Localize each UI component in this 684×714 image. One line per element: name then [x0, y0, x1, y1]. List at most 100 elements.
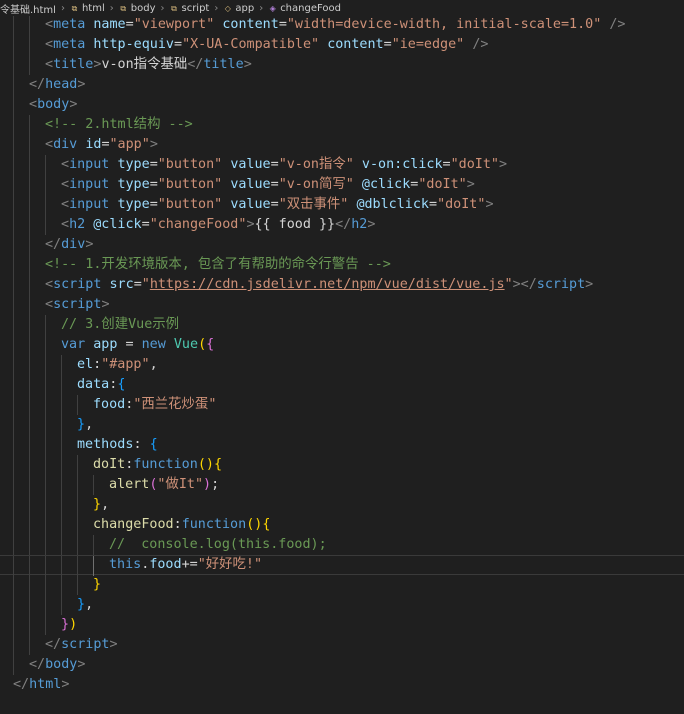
breadcrumb-html[interactable]: ⧉ html — [70, 3, 105, 14]
code-line[interactable]: <!-- 1.开发环境版本, 包含了有帮助的命令行警告 --> — [0, 255, 684, 275]
code-line[interactable]: }, — [0, 595, 684, 615]
code-token: src — [109, 277, 134, 292]
code-token: } — [93, 497, 102, 512]
indent-guide — [13, 15, 14, 35]
code-line[interactable]: var app = new Vue({ — [0, 335, 684, 355]
code-line[interactable]: <input type="button" value="双击事件" @dblcl… — [0, 195, 684, 215]
indent-guide — [29, 635, 30, 655]
code-token: h2 — [69, 217, 86, 232]
code-token: changeFood — [93, 517, 174, 532]
code-line[interactable]: el:"#app", — [0, 355, 684, 375]
code-line[interactable]: }, — [0, 495, 684, 515]
chevron-right-icon: › — [259, 2, 264, 14]
indent-guide — [29, 556, 30, 576]
indent-guide — [13, 595, 14, 615]
code-line[interactable]: <input type="button" value="v-on简写" @cli… — [0, 175, 684, 195]
indent-guide — [13, 615, 14, 635]
indent-guide — [29, 355, 30, 375]
code-token: = — [174, 37, 183, 52]
indent-guide — [13, 75, 14, 95]
breadcrumb: 令基础.html › ⧉ html › ⧉ body › ⧉ script › … — [0, 0, 684, 16]
code-token: food — [93, 397, 126, 412]
chevron-right-icon: › — [214, 2, 219, 14]
code-line[interactable]: data:{ — [0, 375, 684, 395]
code-token: { — [262, 517, 271, 532]
code-token: : — [133, 437, 150, 452]
code-line[interactable]: </body> — [0, 655, 684, 675]
breadcrumb-app[interactable]: ◇ app — [223, 3, 254, 14]
code-line-text: alert("做It"); — [109, 475, 219, 495]
code-token: = — [278, 17, 287, 32]
breadcrumb-file[interactable]: 令基础.html — [0, 1, 56, 16]
code-line[interactable]: }) — [0, 615, 684, 635]
code-token: < — [61, 157, 70, 172]
breadcrumb-changefood[interactable]: ◈ changeFood — [268, 3, 341, 14]
code-token: v-on:click — [361, 157, 443, 172]
code-line[interactable]: methods: { — [0, 435, 684, 455]
code-line[interactable]: <meta http-equiv="X-UA-Compatible" conte… — [0, 35, 684, 55]
code-token: div — [61, 237, 86, 252]
code-line[interactable]: changeFood:function(){ — [0, 515, 684, 535]
breadcrumb-changefood-label: changeFood — [280, 2, 341, 14]
indent-guide — [61, 495, 62, 515]
code-line[interactable]: <script> — [0, 295, 684, 315]
code-token: > — [498, 157, 508, 172]
code-token: "#app" — [101, 357, 150, 372]
code-line[interactable]: </html> — [0, 675, 684, 695]
code-line[interactable]: <body> — [0, 95, 684, 115]
code-line[interactable]: this.food+="好好吃!" — [0, 555, 684, 576]
breadcrumb-body[interactable]: ⧉ body — [119, 3, 155, 14]
indent-guide — [77, 575, 78, 595]
code-line[interactable]: <h2 @click="changeFood">{{ food }}</h2> — [0, 215, 684, 235]
code-line[interactable]: } — [0, 575, 684, 595]
indent-guide — [13, 275, 14, 295]
html-tag-icon: ⧉ — [120, 3, 127, 13]
code-token: "viewport" — [133, 17, 215, 32]
code-token: = — [125, 17, 134, 32]
breadcrumb-script[interactable]: ⧉ script — [169, 3, 209, 14]
code-token: type — [117, 197, 150, 212]
code-line-text: </html> — [13, 675, 69, 695]
code-line[interactable]: </head> — [0, 75, 684, 95]
code-line[interactable]: // 3.创建Vue示例 — [0, 315, 684, 335]
indent-guide — [45, 575, 46, 595]
code-line[interactable]: doIt:function(){ — [0, 455, 684, 475]
code-line-text: } — [93, 575, 101, 595]
code-line[interactable]: <!-- 2.html结构 --> — [0, 115, 684, 135]
code-line-text: methods: { — [77, 435, 158, 455]
code-token: < — [61, 177, 70, 192]
code-editor[interactable]: 令基础.html › ⧉ html › ⧉ body › ⧉ script › … — [0, 0, 684, 714]
code-token: "做It" — [157, 477, 204, 492]
code-line[interactable]: <meta name="viewport" content="width=dev… — [0, 15, 684, 35]
code-line[interactable]: }, — [0, 415, 684, 435]
code-line-text: data:{ — [77, 375, 125, 395]
code-line[interactable]: <div id="app"> — [0, 135, 684, 155]
code-line-text: changeFood:function(){ — [93, 515, 270, 535]
code-token: "width=device-width, initial-scale=1.0" — [286, 17, 602, 32]
indent-guide — [29, 375, 30, 395]
chevron-right-icon: › — [60, 2, 65, 14]
code-line[interactable]: <script src="https://cdn.jsdelivr.net/np… — [0, 275, 684, 295]
indent-guide — [61, 415, 62, 435]
code-line-text: // console.log(this.food); — [109, 535, 327, 555]
code-token: </ — [45, 237, 62, 252]
code-line[interactable]: </script> — [0, 635, 684, 655]
code-line[interactable]: <title>v-on指令基础</title> — [0, 55, 684, 75]
code-token: , — [101, 497, 110, 512]
code-token: this — [109, 557, 142, 572]
code-line[interactable]: // console.log(this.food); — [0, 535, 684, 555]
code-token: < — [29, 97, 38, 112]
code-token: <!-- 1.开发环境版本, 包含了有帮助的命令行警告 --> — [45, 257, 391, 272]
indent-guide — [29, 15, 30, 35]
indent-guide — [13, 115, 14, 135]
code-line[interactable]: alert("做It"); — [0, 475, 684, 495]
code-line[interactable]: </div> — [0, 235, 684, 255]
code-token: {{ food }} — [254, 217, 336, 232]
indent-guide — [13, 255, 14, 275]
code-token: // 3.创建Vue示例 — [61, 317, 180, 332]
indent-guide — [13, 215, 14, 235]
code-line[interactable]: <input type="button" value="v-on指令" v-on… — [0, 155, 684, 175]
breadcrumb-html-label: html — [81, 2, 105, 14]
code-line[interactable]: food:"西兰花炒蛋" — [0, 395, 684, 415]
